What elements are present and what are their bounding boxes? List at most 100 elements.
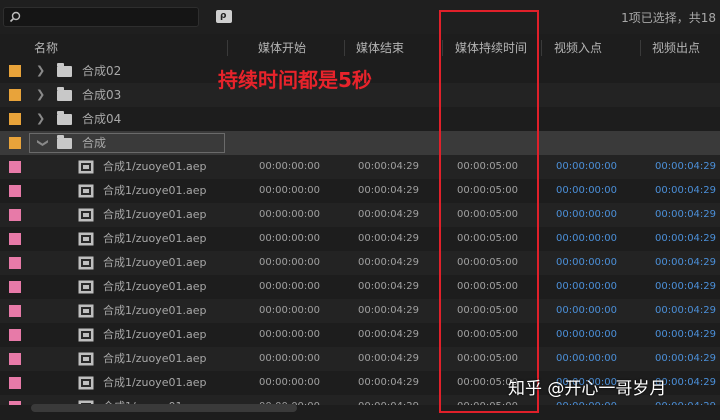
clip-row[interactable]: 合成1/zuoye01.aep 00:00:00:00 00:00:04:29 00:… <box>0 203 720 227</box>
video-out-timecode[interactable]: 00:00:04:29 <box>655 155 716 179</box>
column-video-out[interactable]: 视频出点 <box>652 37 700 59</box>
label-color-swatch[interactable] <box>9 281 21 293</box>
media-end-timecode: 00:00:04:29 <box>358 185 420 196</box>
sequence-icon <box>78 328 94 342</box>
column-video-in[interactable]: 视频入点 <box>554 37 602 59</box>
label-color-swatch[interactable] <box>9 305 21 317</box>
sequence-icon <box>78 280 94 294</box>
video-out-timecode[interactable]: 00:00:04:29 <box>655 203 716 227</box>
media-end-timecode: 00:00:04:29 <box>358 329 420 340</box>
clip-row[interactable]: 合成1/zuoye01.aep 00:00:00:00 00:00:04:29 00:… <box>0 323 720 347</box>
media-start-timecode: 00:00:00:00 <box>259 161 321 172</box>
project-toolbar: ρ 1项已选择，共18 <box>0 0 720 34</box>
video-in-timecode[interactable]: 00:00:00:00 <box>556 323 617 347</box>
column-media-end[interactable]: 媒体结束 <box>356 37 404 59</box>
video-in-timecode[interactable]: 00:00:00:00 <box>556 179 617 203</box>
column-divider[interactable] <box>541 40 542 56</box>
media-end-timecode: 00:00:04:29 <box>358 281 420 292</box>
video-out-timecode[interactable]: 00:00:04:29 <box>655 347 716 371</box>
video-in-timecode[interactable]: 00:00:00:00 <box>556 275 617 299</box>
clip-name: 合成1/zuoye01.aep <box>103 184 207 197</box>
sequence-icon <box>78 256 94 270</box>
selection-status: 1项已选择，共18 <box>621 11 716 25</box>
folder-row-selected[interactable]: ❯ 合成 <box>0 131 720 155</box>
clip-row[interactable]: 合成1/zuoye01.aep 00:00:00:00 00:00:04:29 00:… <box>0 179 720 203</box>
folder-icon <box>57 87 72 101</box>
clip-row[interactable]: 合成1/zuoye01.aep 00:00:00:00 00:00:04:29 00:… <box>0 155 720 179</box>
media-end-timecode: 00:00:04:29 <box>358 209 420 220</box>
column-media-start[interactable]: 媒体开始 <box>258 37 306 59</box>
column-divider[interactable] <box>227 40 228 56</box>
video-out-timecode[interactable]: 00:00:04:29 <box>655 179 716 203</box>
sequence-icon <box>78 304 94 318</box>
label-color-swatch[interactable] <box>9 65 21 77</box>
clip-name: 合成1/zuoye01.aep <box>103 352 207 365</box>
media-start-timecode: 00:00:00:00 <box>259 281 321 292</box>
watermark: 知乎 @开心一哥岁月 <box>508 379 667 399</box>
sequence-icon <box>78 232 94 246</box>
folder-icon <box>57 135 72 149</box>
video-out-timecode[interactable]: 00:00:04:29 <box>655 251 716 275</box>
media-end-timecode: 00:00:04:29 <box>358 377 420 388</box>
label-color-swatch[interactable] <box>9 401 21 405</box>
video-out-timecode[interactable]: 00:00:04:29 <box>655 227 716 251</box>
chevron-right-icon[interactable]: ❯ <box>36 88 45 102</box>
video-in-timecode[interactable]: 00:00:00:00 <box>556 155 617 179</box>
search-icon <box>9 11 21 23</box>
clip-row[interactable]: 合成1/zuoye01.aep 00:00:00:00 00:00:04:29 00:… <box>0 275 720 299</box>
label-color-swatch[interactable] <box>9 377 21 389</box>
media-start-timecode: 00:00:00:00 <box>259 329 321 340</box>
label-color-swatch[interactable] <box>9 161 21 173</box>
label-color-swatch[interactable] <box>9 233 21 245</box>
clip-name: 合成1/zuoye01.aep <box>103 376 207 389</box>
sequence-icon <box>78 352 94 366</box>
clip-row[interactable]: 合成1/zuoye01.aep 00:00:00:00 00:00:04:29 00:… <box>0 347 720 371</box>
media-end-timecode: 00:00:04:29 <box>358 257 420 268</box>
media-end-timecode: 00:00:04:29 <box>358 395 419 405</box>
column-divider[interactable] <box>344 40 345 56</box>
video-out-timecode[interactable]: 00:00:04:29 <box>655 323 716 347</box>
folder-icon <box>57 111 72 125</box>
label-color-swatch[interactable] <box>9 113 21 125</box>
video-out-timecode[interactable]: 00:00:04:29 <box>655 299 716 323</box>
clip-name: 合成1/zuoye01.aep <box>103 160 207 173</box>
chevron-right-icon[interactable]: ❯ <box>36 64 45 78</box>
horizontal-scrollbar[interactable] <box>31 404 297 412</box>
video-in-timecode[interactable]: 00:00:00:00 <box>556 227 617 251</box>
column-name[interactable]: 名称 <box>34 37 58 59</box>
label-color-swatch[interactable] <box>9 137 21 149</box>
label-color-swatch[interactable] <box>9 89 21 101</box>
media-start-timecode: 00:00:00:00 <box>259 257 321 268</box>
video-in-timecode[interactable]: 00:00:00:00 <box>556 299 617 323</box>
column-divider[interactable] <box>640 40 641 56</box>
column-header: 名称 媒体开始 媒体结束 媒体持续时间 视频入点 视频出点 <box>0 37 720 59</box>
sequence-icon <box>78 184 94 198</box>
clip-row[interactable]: 合成1/zuoye01.aep 00:00:00:00 00:00:04:29 00:… <box>0 299 720 323</box>
media-start-timecode: 00:00:00:00 <box>259 353 321 364</box>
label-color-swatch[interactable] <box>9 329 21 341</box>
project-item-list: ❯ 合成02 ❯ 合成03 ❯ 合成04 ❯ 合成 合成1/zuoye01.ae… <box>0 59 720 405</box>
video-out-timecode[interactable]: 00:00:04:29 <box>655 275 716 299</box>
label-color-swatch[interactable] <box>9 353 21 365</box>
video-in-timecode[interactable]: 00:00:00:00 <box>556 203 617 227</box>
clip-name: 合成1/zuoye01.aep <box>103 256 207 269</box>
chevron-right-icon[interactable]: ❯ <box>36 112 45 126</box>
chevron-down-icon[interactable]: ❯ <box>36 138 50 147</box>
folder-name: 合成02 <box>82 64 122 78</box>
clip-row[interactable]: 合成1/zuoye01.aep 00:00:00:00 00:00:04:29 00:… <box>0 251 720 275</box>
media-start-timecode: 00:00:00:00 <box>259 209 321 220</box>
new-bin-from-search-icon[interactable]: ρ <box>216 10 232 23</box>
search-input[interactable] <box>3 7 199 27</box>
clip-name: 合成1/zuoye01.aep <box>103 280 207 293</box>
label-color-swatch[interactable] <box>9 185 21 197</box>
video-in-timecode[interactable]: 00:00:00:00 <box>556 251 617 275</box>
label-color-swatch[interactable] <box>9 257 21 269</box>
video-in-timecode[interactable]: 00:00:00:00 <box>556 347 617 371</box>
folder-name: 合成 <box>82 136 107 150</box>
sequence-icon <box>78 376 94 390</box>
clip-name: 合成1/zuoye01.aep <box>103 328 207 341</box>
clip-name: 合成1/zuoye01.aep <box>103 232 207 245</box>
clip-row[interactable]: 合成1/zuoye01.aep 00:00:00:00 00:00:04:29 00:… <box>0 227 720 251</box>
label-color-swatch[interactable] <box>9 209 21 221</box>
folder-row[interactable]: ❯ 合成04 <box>0 107 720 131</box>
